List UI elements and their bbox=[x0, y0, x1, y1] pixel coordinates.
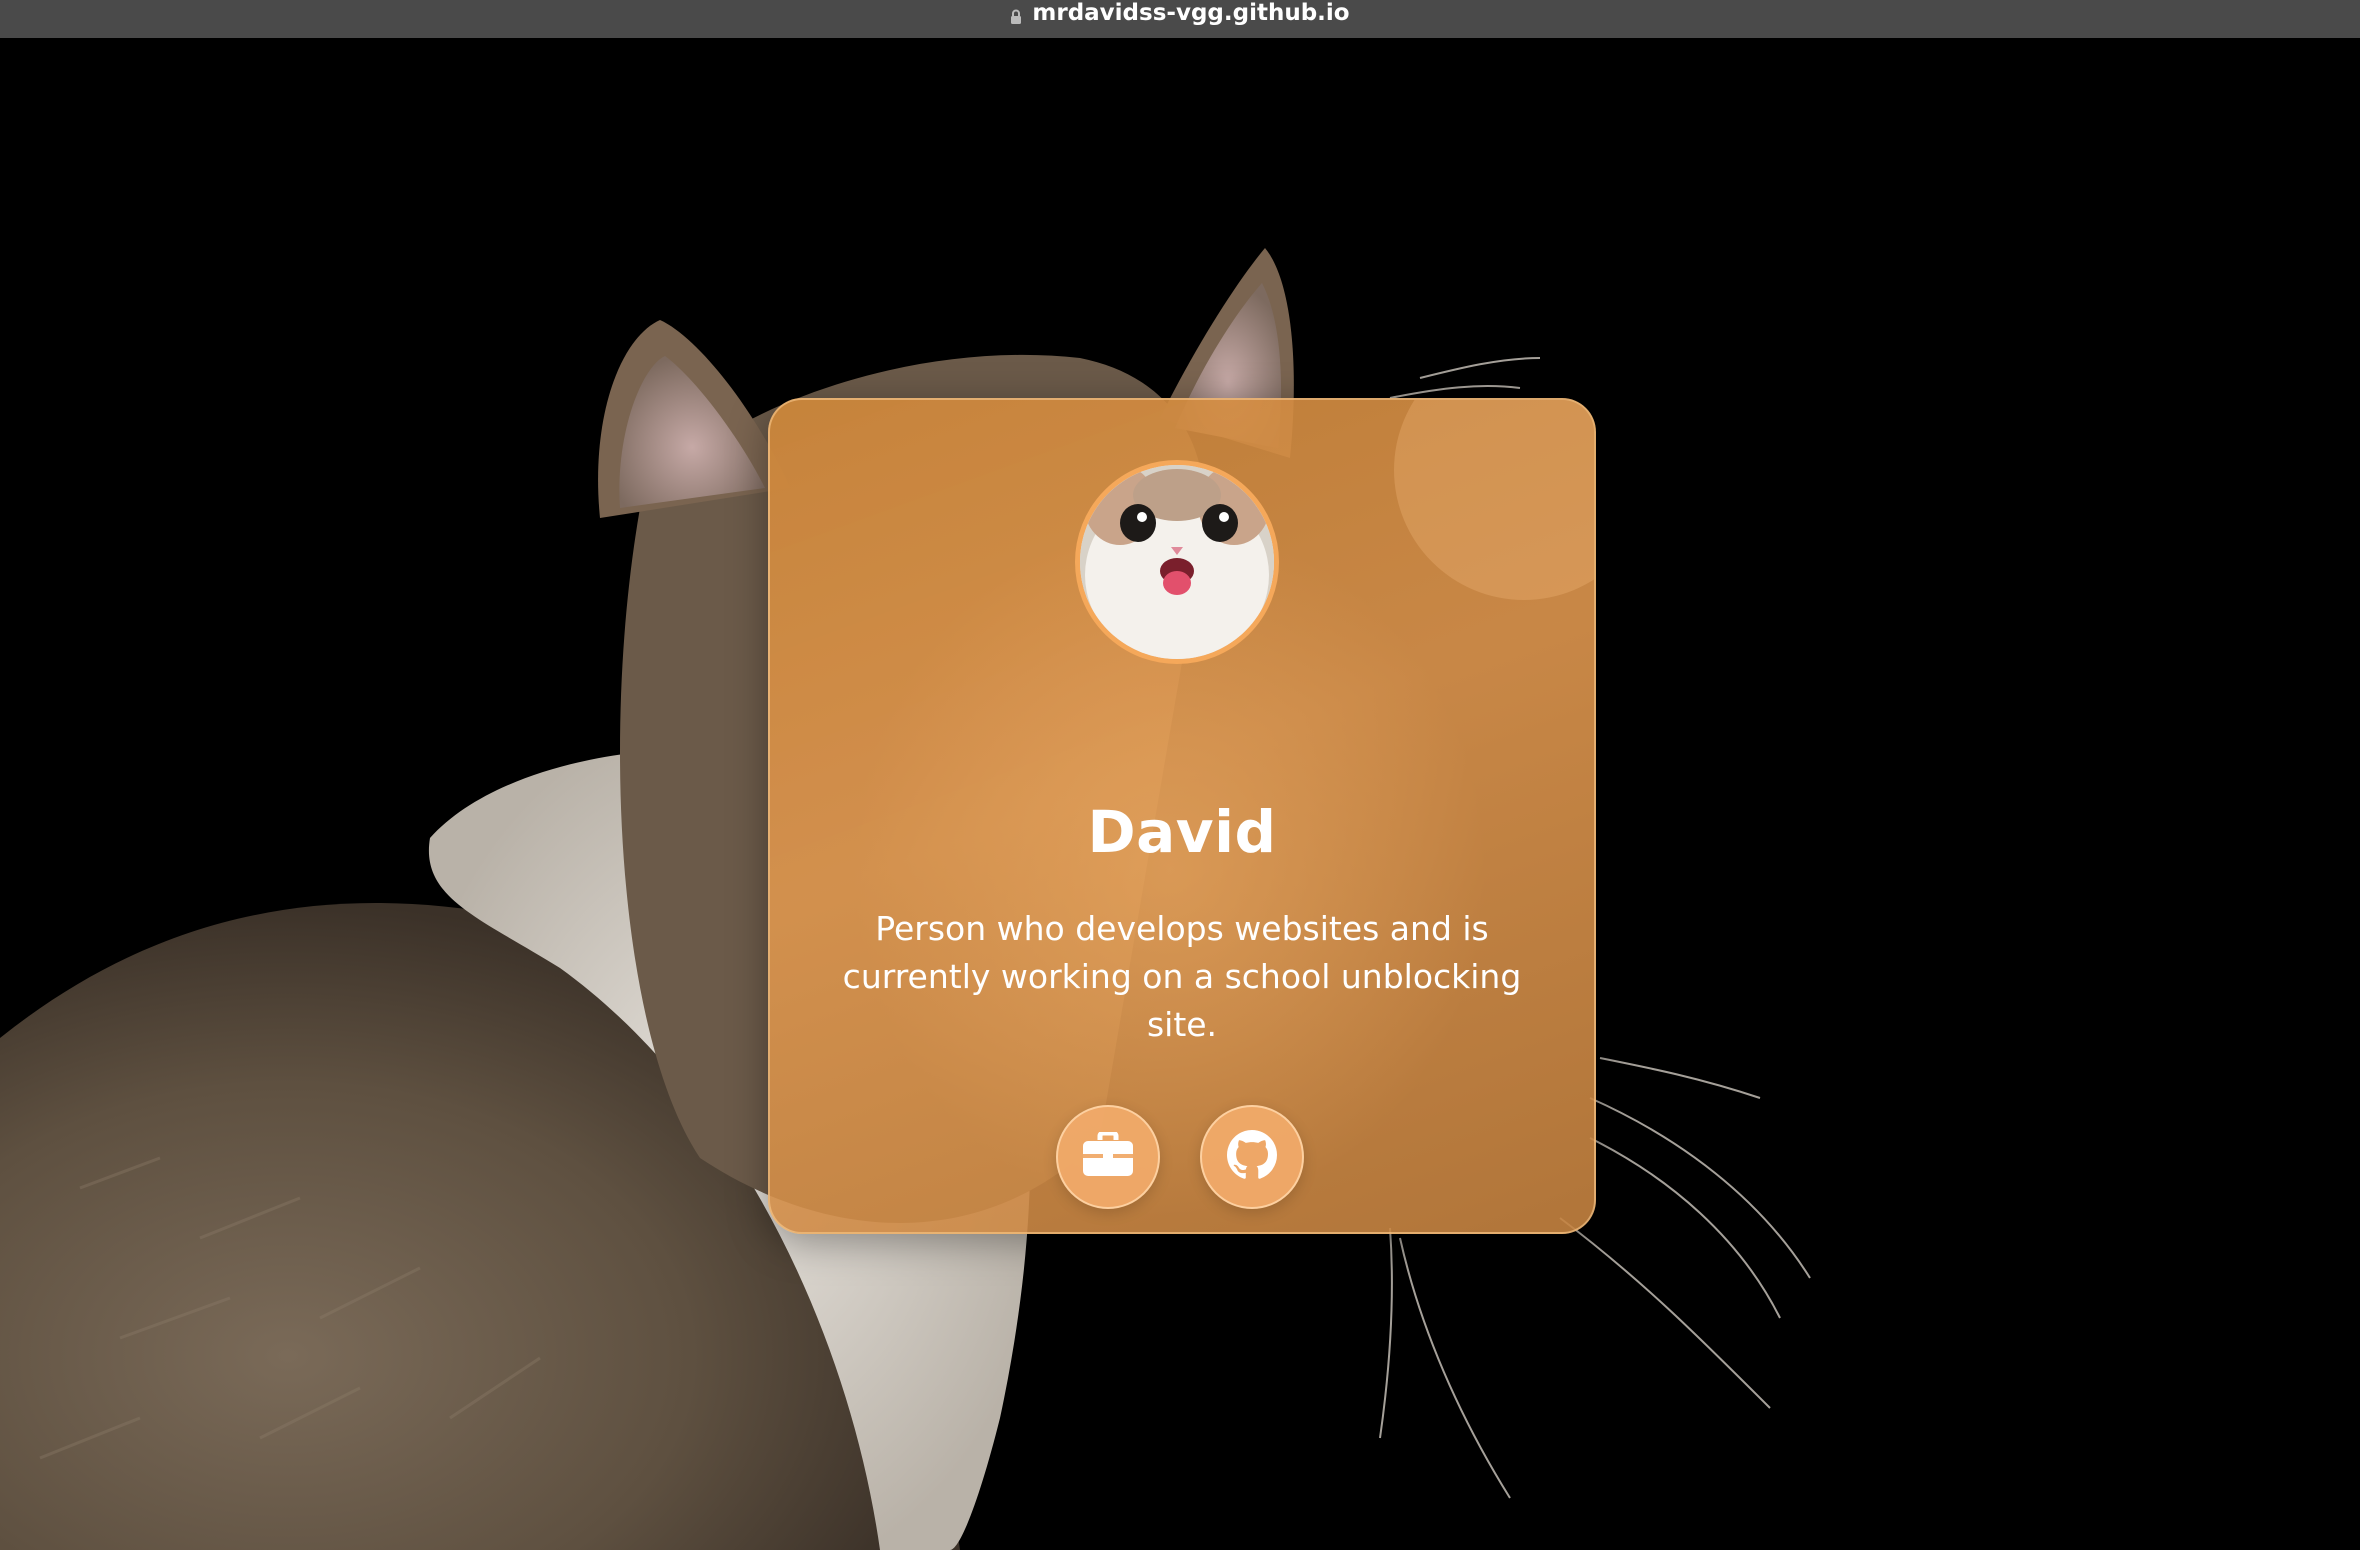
card-glow bbox=[1394, 400, 1594, 600]
browser-address-bar[interactable]: mrdavidss-vgg.github.io bbox=[0, 0, 2360, 38]
profile-card: David Person who develops websites and i… bbox=[768, 398, 1596, 1234]
cat-avatar-image bbox=[1080, 465, 1274, 659]
profile-description: Person who develops websites and is curr… bbox=[842, 909, 1522, 1044]
github-icon bbox=[1227, 1130, 1277, 1184]
briefcase-icon bbox=[1082, 1130, 1134, 1182]
github-button[interactable] bbox=[1200, 1105, 1304, 1209]
page-background: David Person who develops websites and i… bbox=[0, 38, 2360, 1550]
profile-name: David bbox=[1087, 798, 1277, 866]
avatar bbox=[1075, 460, 1279, 664]
portfolio-button[interactable] bbox=[1056, 1105, 1160, 1209]
lock-icon bbox=[1010, 5, 1022, 24]
url-text: mrdavidss-vgg.github.io bbox=[1032, 0, 1350, 26]
